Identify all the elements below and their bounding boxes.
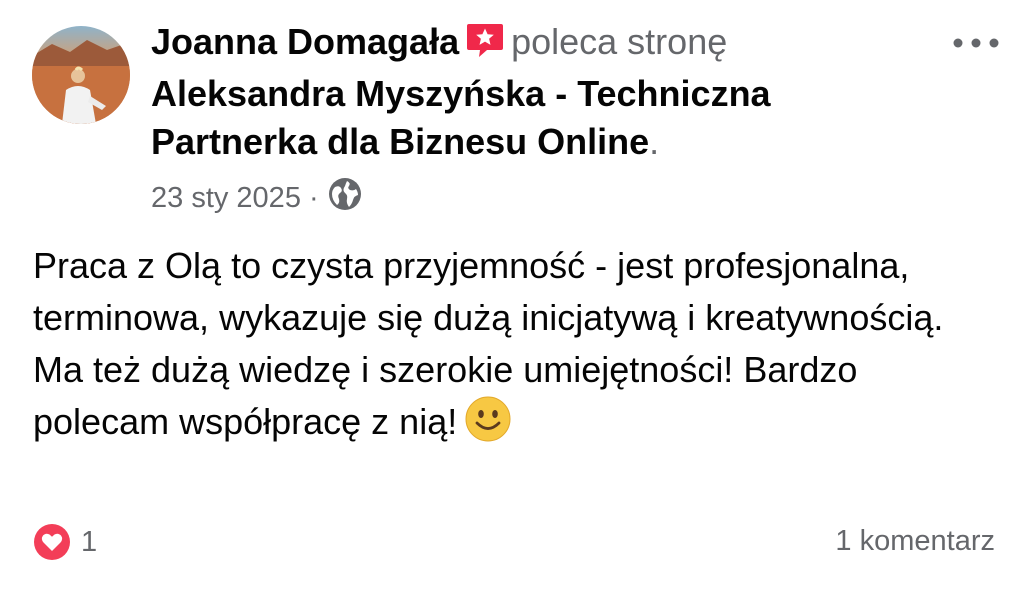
- post-footer: 1 1 komentarz: [33, 521, 995, 565]
- smiling-face-emoji-icon: [465, 396, 511, 456]
- post-header: Joanna Domagała poleca stronę Aleksandra …: [151, 18, 911, 166]
- post-meta: 23 sty 2025 ·: [151, 178, 363, 218]
- post-body: Praca z Olą to czysta przyjemność - jest…: [33, 240, 993, 456]
- recommendation-verb: poleca stronę: [511, 21, 728, 62]
- recommended-page-link[interactable]: Aleksandra Myszyńska - Techniczna Partne…: [151, 73, 771, 162]
- post-date[interactable]: 23 sty 2025: [151, 182, 301, 215]
- reactions-summary[interactable]: 1: [33, 523, 97, 561]
- globe-icon[interactable]: [327, 176, 363, 220]
- recommendation-post: Joanna Domagała poleca stronę Aleksandra …: [0, 0, 1024, 589]
- comments-count-link[interactable]: 1 komentarz: [835, 525, 995, 558]
- author-avatar[interactable]: [32, 26, 130, 124]
- meta-separator: ·: [308, 181, 319, 214]
- more-options-icon: [953, 38, 999, 48]
- love-reaction-icon: [34, 524, 70, 560]
- avatar-photo-icon: [32, 26, 130, 124]
- post-title: Joanna Domagała poleca stronę Aleksandra …: [151, 18, 911, 166]
- recommendation-star-icon: [465, 22, 505, 70]
- author-name-link[interactable]: Joanna Domagała: [151, 21, 459, 62]
- more-options-button[interactable]: [950, 28, 1002, 58]
- reaction-count: 1: [81, 525, 98, 558]
- title-period: .: [649, 121, 660, 162]
